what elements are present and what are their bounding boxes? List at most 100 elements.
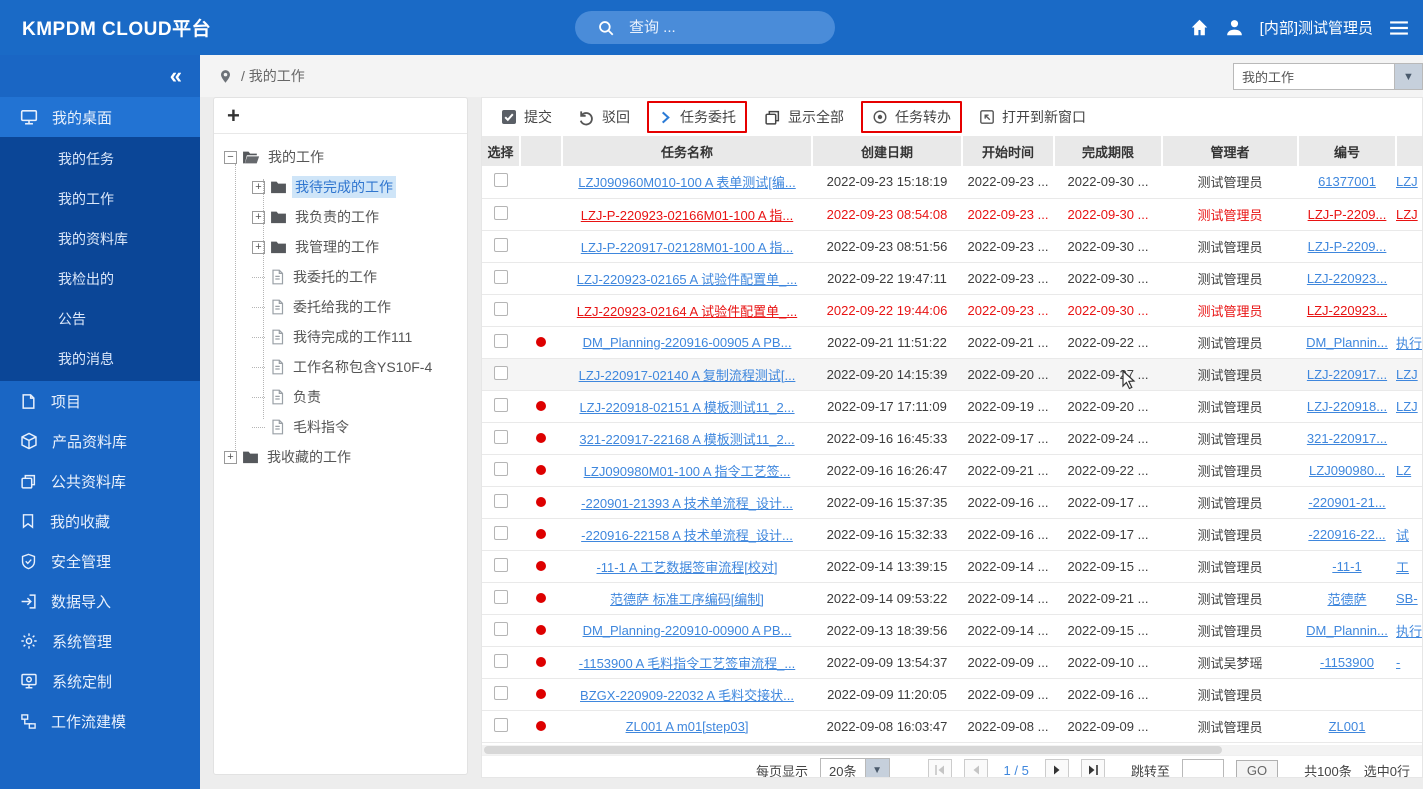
row-checkbox[interactable] xyxy=(494,333,508,348)
task-name-link[interactable]: LZJ-P-220917-02128M01-100 A 指... xyxy=(581,240,793,255)
sidebar-item-my-checked-out[interactable]: 我检出的 xyxy=(0,259,200,299)
code-link[interactable]: DM_Plannin... xyxy=(1306,335,1388,350)
reject-button[interactable]: 驳回 xyxy=(569,103,639,131)
row-checkbox[interactable] xyxy=(494,365,508,380)
extra-link[interactable]: 工 xyxy=(1396,560,1409,575)
row-checkbox[interactable] xyxy=(494,237,508,252)
user-icon[interactable] xyxy=(1225,18,1244,37)
tree-node[interactable]: − 我的工作 xyxy=(214,142,467,172)
sidebar-item-my-work[interactable]: 我的工作 xyxy=(0,179,200,219)
code-link[interactable]: LZJ-220918... xyxy=(1307,399,1387,414)
column-header[interactable]: 创建日期 xyxy=(812,136,963,166)
row-checkbox[interactable] xyxy=(494,461,508,476)
code-link[interactable]: LZJ-P-2209... xyxy=(1308,239,1387,254)
code-link[interactable]: -11-1 xyxy=(1332,559,1361,574)
column-header[interactable]: 开始时间 xyxy=(962,136,1055,166)
task-name-link[interactable]: LZJ090980M01-100 A 指令工艺签... xyxy=(584,464,791,479)
sidebar-item-my-messages[interactable]: 我的消息 xyxy=(0,339,200,379)
extra-link[interactable]: 执行 xyxy=(1396,336,1422,351)
code-link[interactable]: ZL001 xyxy=(1329,719,1366,734)
task-name-link[interactable]: 321-220917-22168 A 模板测试11_2... xyxy=(579,432,794,447)
next-page-button[interactable] xyxy=(1044,759,1069,777)
tree-node[interactable]: + 我管理的工作 xyxy=(214,232,467,262)
submit-button[interactable]: 提交 xyxy=(492,103,561,131)
sidebar-item-my-library[interactable]: 我的资料库 xyxy=(0,219,200,259)
chevron-down-icon[interactable]: ▼ xyxy=(1394,64,1422,89)
extra-link[interactable]: LZJ xyxy=(1396,399,1418,414)
sidebar-item-my-favorites[interactable]: 我的收藏 xyxy=(0,501,200,541)
row-checkbox[interactable] xyxy=(494,205,508,220)
horizontal-scrollbar[interactable] xyxy=(482,744,1422,755)
task-name-link[interactable]: BZGX-220909-22032 A 毛料交接状... xyxy=(580,688,794,703)
code-link[interactable]: -1153900 xyxy=(1320,655,1374,670)
row-checkbox[interactable] xyxy=(494,173,508,188)
sidebar-item-workflow-modeling[interactable]: 工作流建模 xyxy=(0,701,200,741)
column-header[interactable]: 管理者 xyxy=(1162,136,1299,166)
menu-icon[interactable] xyxy=(1389,20,1409,36)
extra-link[interactable]: SB- xyxy=(1396,591,1418,606)
task-name-link[interactable]: -220916-22158 A 技术单流程_设计... xyxy=(581,528,793,543)
column-header[interactable]: 选择 xyxy=(482,136,521,166)
task-name-link[interactable]: -1153900 A 毛料指令工艺签审流程_... xyxy=(579,656,796,671)
extra-link[interactable]: LZJ xyxy=(1396,207,1418,222)
extra-link[interactable]: LZ xyxy=(1396,463,1411,478)
row-checkbox[interactable] xyxy=(494,301,508,316)
task-name-link[interactable]: 范德萨 标准工序编码[编制] xyxy=(610,592,764,607)
task-transfer-button[interactable]: 任务转办 xyxy=(861,101,962,133)
expand-node-icon[interactable]: + xyxy=(224,450,237,464)
code-link[interactable]: DM_Plannin... xyxy=(1306,623,1388,638)
add-node-button[interactable]: + xyxy=(227,104,240,127)
row-checkbox[interactable] xyxy=(494,717,508,732)
tree-node[interactable]: 我委托的工作 xyxy=(214,262,467,292)
row-checkbox[interactable] xyxy=(494,653,508,668)
tree-node[interactable]: 委托给我的工作 xyxy=(214,292,467,322)
task-delegate-button[interactable]: 任务委托 xyxy=(647,101,747,133)
sidebar-item-my-tasks[interactable]: 我的任务 xyxy=(0,139,200,179)
view-select[interactable]: 我的工作 ▼ xyxy=(1233,63,1423,90)
chevron-down-icon[interactable]: ▼ xyxy=(864,759,889,777)
row-checkbox[interactable] xyxy=(494,685,508,700)
column-header[interactable]: 完成期限 xyxy=(1054,136,1163,166)
column-header[interactable]: 任务名称 xyxy=(562,136,813,166)
code-link[interactable]: 61377001 xyxy=(1318,174,1376,189)
last-page-button[interactable] xyxy=(1080,759,1105,777)
first-page-button[interactable] xyxy=(927,759,952,777)
scrollbar-thumb[interactable] xyxy=(484,745,1222,754)
column-header[interactable] xyxy=(520,136,563,166)
extra-link[interactable]: LZJ xyxy=(1396,174,1418,189)
code-link[interactable]: 321-220917... xyxy=(1307,431,1387,446)
row-checkbox[interactable] xyxy=(494,429,508,444)
task-name-link[interactable]: DM_Planning-220916-00905 A PB... xyxy=(583,335,792,350)
sidebar-item-product-library[interactable]: 产品资料库 xyxy=(0,421,200,461)
extra-link[interactable]: 执行 xyxy=(1396,624,1422,639)
per-page-select[interactable]: 20条 ▼ xyxy=(820,758,890,777)
sidebar-item-system-customization[interactable]: 系统定制 xyxy=(0,661,200,701)
sidebar-item-system-management[interactable]: 系统管理 xyxy=(0,621,200,661)
code-link[interactable]: LZJ-220923... xyxy=(1307,303,1387,318)
task-name-link[interactable]: -220901-21393 A 技术单流程_设计... xyxy=(581,496,793,511)
row-checkbox[interactable] xyxy=(494,397,508,412)
column-header[interactable]: 编号 xyxy=(1298,136,1397,166)
extra-link[interactable]: 试 xyxy=(1396,528,1409,543)
tree-node[interactable]: 我待完成的工作111 xyxy=(214,322,467,352)
task-name-link[interactable]: LZJ-220917-02140 A 复制流程测试[... xyxy=(579,368,796,383)
code-link[interactable]: LZJ-P-2209... xyxy=(1308,207,1387,222)
sidebar-item-public-library[interactable]: 公共资料库 xyxy=(0,461,200,501)
code-link[interactable]: LZJ-220917... xyxy=(1307,367,1387,382)
row-checkbox[interactable] xyxy=(494,621,508,636)
global-search[interactable] xyxy=(575,11,835,44)
sidebar-item-announcements[interactable]: 公告 xyxy=(0,299,200,339)
home-icon[interactable] xyxy=(1190,18,1209,37)
tree-node[interactable]: 工作名称包含YS10F-4 xyxy=(214,352,467,382)
row-checkbox[interactable] xyxy=(494,269,508,284)
sidebar-collapse-icon[interactable]: « xyxy=(170,63,182,89)
column-header[interactable] xyxy=(1396,136,1422,166)
open-new-window-button[interactable]: 打开到新窗口 xyxy=(970,103,1095,131)
tree-node[interactable]: + 我收藏的工作 xyxy=(214,442,467,472)
task-name-link[interactable]: -11-1 A 工艺数据签审流程[校对] xyxy=(596,560,777,575)
jump-page-input[interactable] xyxy=(1181,759,1224,777)
tree-node[interactable]: + 我负责的工作 xyxy=(214,202,467,232)
row-checkbox[interactable] xyxy=(494,557,508,572)
task-name-link[interactable]: DM_Planning-220910-00900 A PB... xyxy=(583,623,792,638)
prev-page-button[interactable] xyxy=(963,759,988,777)
